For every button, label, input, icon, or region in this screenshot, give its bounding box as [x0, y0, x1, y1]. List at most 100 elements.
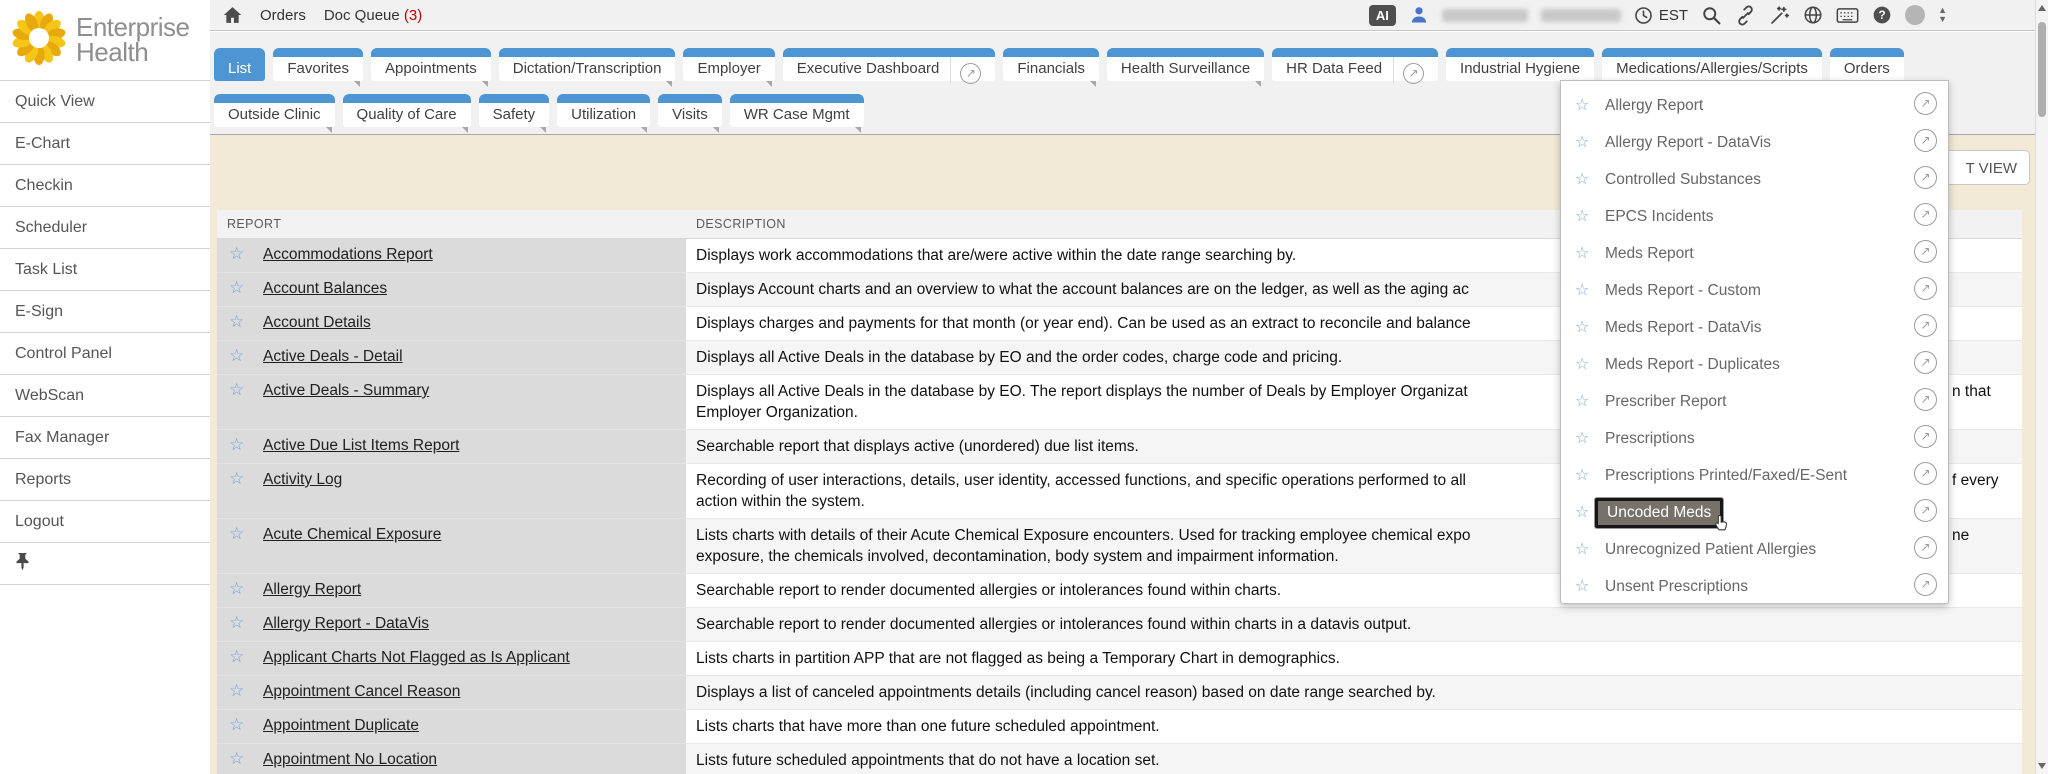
- link-icon[interactable]: [1735, 5, 1756, 26]
- tab-executive-dashboard[interactable]: Executive Dashboard↗: [783, 48, 996, 81]
- favorite-star-icon[interactable]: ☆: [229, 380, 244, 400]
- open-report-arrow-icon[interactable]: ↗: [1914, 388, 1937, 411]
- favorite-star-icon[interactable]: ☆: [229, 749, 244, 769]
- home-icon[interactable]: [223, 6, 242, 24]
- favorite-star-icon[interactable]: ☆: [1575, 346, 1589, 383]
- tab-visits[interactable]: Visits: [658, 94, 722, 127]
- open-report-arrow-icon[interactable]: ↗: [1914, 203, 1937, 226]
- sidebar-item-e-sign[interactable]: E-Sign: [0, 290, 210, 332]
- tab-health-surveillance[interactable]: Health Surveillance: [1107, 48, 1264, 81]
- sidebar-item-fax-manager[interactable]: Fax Manager: [0, 416, 210, 458]
- report-link[interactable]: Active Due List Items Report: [263, 437, 459, 455]
- report-link[interactable]: Acute Chemical Exposure: [263, 526, 441, 544]
- search-icon[interactable]: [1701, 5, 1722, 26]
- scrollbar-up-arrow[interactable]: [2038, 5, 2046, 11]
- dropdown-item-allergy-report-datavis[interactable]: ☆Allergy Report - DataVis↗: [1561, 124, 1948, 161]
- favorite-star-icon[interactable]: ☆: [1575, 87, 1589, 124]
- mini-scroll-control[interactable]: ▲ ▼: [1938, 6, 1947, 24]
- open-report-arrow-icon[interactable]: ↗: [1914, 573, 1937, 596]
- favorite-star-icon[interactable]: ☆: [1575, 531, 1589, 568]
- report-link[interactable]: Appointment No Location: [263, 751, 437, 769]
- dropdown-item-meds-report-duplicates[interactable]: ☆Meds Report - Duplicates↗: [1561, 346, 1948, 383]
- clock-icon[interactable]: [1634, 6, 1653, 25]
- scrollbar-thumb[interactable]: [2038, 22, 2046, 117]
- report-link[interactable]: Activity Log: [263, 471, 342, 489]
- favorite-star-icon[interactable]: ☆: [229, 613, 244, 633]
- external-link-icon[interactable]: ↗: [960, 63, 981, 84]
- sidebar-item-control-panel[interactable]: Control Panel: [0, 332, 210, 374]
- open-report-arrow-icon[interactable]: ↗: [1914, 166, 1937, 189]
- tab-wr-case-mgmt[interactable]: WR Case Mgmt: [730, 94, 864, 127]
- dropdown-item-allergy-report[interactable]: ☆Allergy Report↗: [1561, 87, 1948, 124]
- report-link[interactable]: Applicant Charts Not Flagged as Is Appli…: [263, 649, 570, 667]
- sidebar-item-checkin[interactable]: Checkin: [0, 164, 210, 206]
- report-link[interactable]: Appointment Cancel Reason: [263, 683, 460, 701]
- open-report-arrow-icon[interactable]: ↗: [1914, 314, 1937, 337]
- report-link[interactable]: Appointment Duplicate: [263, 717, 419, 735]
- open-report-arrow-icon[interactable]: ↗: [1914, 351, 1937, 374]
- tab-safety[interactable]: Safety: [479, 94, 550, 127]
- sidebar-item-logout[interactable]: Logout: [0, 500, 210, 542]
- wand-icon[interactable]: [1769, 5, 1790, 26]
- report-link[interactable]: Active Deals - Detail: [263, 348, 403, 366]
- tab-quality-of-care[interactable]: Quality of Care: [343, 94, 471, 127]
- dropdown-item-unsent-prescriptions[interactable]: ☆Unsent Prescriptions↗: [1561, 568, 1948, 604]
- open-report-arrow-icon[interactable]: ↗: [1914, 277, 1937, 300]
- sidebar-item-webscan[interactable]: WebScan: [0, 374, 210, 416]
- report-link[interactable]: Accommodations Report: [263, 246, 433, 264]
- sidebar-item-scheduler[interactable]: Scheduler: [0, 206, 210, 248]
- open-report-arrow-icon[interactable]: ↗: [1914, 129, 1937, 152]
- favorite-star-icon[interactable]: ☆: [1575, 272, 1589, 309]
- favorite-star-icon[interactable]: ☆: [229, 435, 244, 455]
- dropdown-item-meds-report-custom[interactable]: ☆Meds Report - Custom↗: [1561, 272, 1948, 309]
- external-link-icon[interactable]: ↗: [1403, 63, 1424, 84]
- dropdown-item-prescriber-report[interactable]: ☆Prescriber Report↗: [1561, 383, 1948, 420]
- favorite-star-icon[interactable]: ☆: [229, 278, 244, 298]
- tab-appointments[interactable]: Appointments: [371, 48, 491, 81]
- user-icon[interactable]: [1409, 5, 1429, 25]
- tab-medications-allergies-scripts[interactable]: Medications/Allergies/Scripts: [1602, 48, 1822, 81]
- favorite-star-icon[interactable]: ☆: [229, 312, 244, 332]
- open-report-arrow-icon[interactable]: ↗: [1914, 92, 1937, 115]
- favorite-star-icon[interactable]: ☆: [229, 469, 244, 489]
- dropdown-item-epcs-incidents[interactable]: ☆EPCS Incidents↗: [1561, 198, 1948, 235]
- report-link[interactable]: Allergy Report - DataVis: [263, 615, 429, 633]
- favorite-star-icon[interactable]: ☆: [229, 346, 244, 366]
- tab-outside-clinic[interactable]: Outside Clinic: [214, 94, 335, 127]
- favorite-star-icon[interactable]: ☆: [229, 681, 244, 701]
- dropdown-item-unrecognized-patient-allergies[interactable]: ☆Unrecognized Patient Allergies↗: [1561, 531, 1948, 568]
- sidebar-item-reports[interactable]: Reports: [0, 458, 210, 500]
- open-report-arrow-icon[interactable]: ↗: [1914, 536, 1937, 559]
- tab-employer[interactable]: Employer: [683, 48, 774, 81]
- ai-badge[interactable]: AI: [1369, 5, 1396, 26]
- tab-favorites[interactable]: Favorites: [273, 48, 363, 81]
- report-link[interactable]: Account Details: [263, 314, 371, 332]
- favorite-star-icon[interactable]: ☆: [1575, 235, 1589, 272]
- avatar-placeholder[interactable]: [1905, 5, 1925, 25]
- tab-list[interactable]: List: [214, 48, 265, 81]
- open-report-arrow-icon[interactable]: ↗: [1914, 425, 1937, 448]
- keyboard-icon[interactable]: [1836, 6, 1859, 25]
- dropdown-item-uncoded-meds[interactable]: ☆Uncoded Meds↗: [1561, 494, 1948, 531]
- vertical-scrollbar[interactable]: [2035, 0, 2048, 774]
- sidebar-item-e-chart[interactable]: E-Chart: [0, 122, 210, 164]
- open-report-arrow-icon[interactable]: ↗: [1914, 462, 1937, 485]
- tab-hr-data-feed[interactable]: HR Data Feed↗: [1272, 48, 1438, 81]
- dropdown-item-meds-report[interactable]: ☆Meds Report↗: [1561, 235, 1948, 272]
- tab-dictation-transcription[interactable]: Dictation/Transcription: [499, 48, 676, 81]
- favorite-star-icon[interactable]: ☆: [229, 579, 244, 599]
- favorite-star-icon[interactable]: ☆: [1575, 457, 1589, 494]
- favorite-star-icon[interactable]: ☆: [1575, 383, 1589, 420]
- favorite-star-icon[interactable]: ☆: [229, 715, 244, 735]
- favorite-star-icon[interactable]: ☆: [1575, 420, 1589, 457]
- tab-utilization[interactable]: Utilization: [557, 94, 650, 127]
- tab-industrial-hygiene[interactable]: Industrial Hygiene: [1446, 48, 1594, 81]
- tab-orders[interactable]: Orders: [1830, 48, 1904, 81]
- favorite-star-icon[interactable]: ☆: [229, 244, 244, 264]
- mini-down-arrow[interactable]: ▼: [1938, 15, 1947, 24]
- help-icon[interactable]: ?: [1872, 5, 1892, 25]
- favorite-star-icon[interactable]: ☆: [229, 647, 244, 667]
- favorite-star-icon[interactable]: ☆: [1575, 309, 1589, 346]
- dropdown-item-prescriptions[interactable]: ☆Prescriptions↗: [1561, 420, 1948, 457]
- favorite-star-icon[interactable]: ☆: [1575, 198, 1589, 235]
